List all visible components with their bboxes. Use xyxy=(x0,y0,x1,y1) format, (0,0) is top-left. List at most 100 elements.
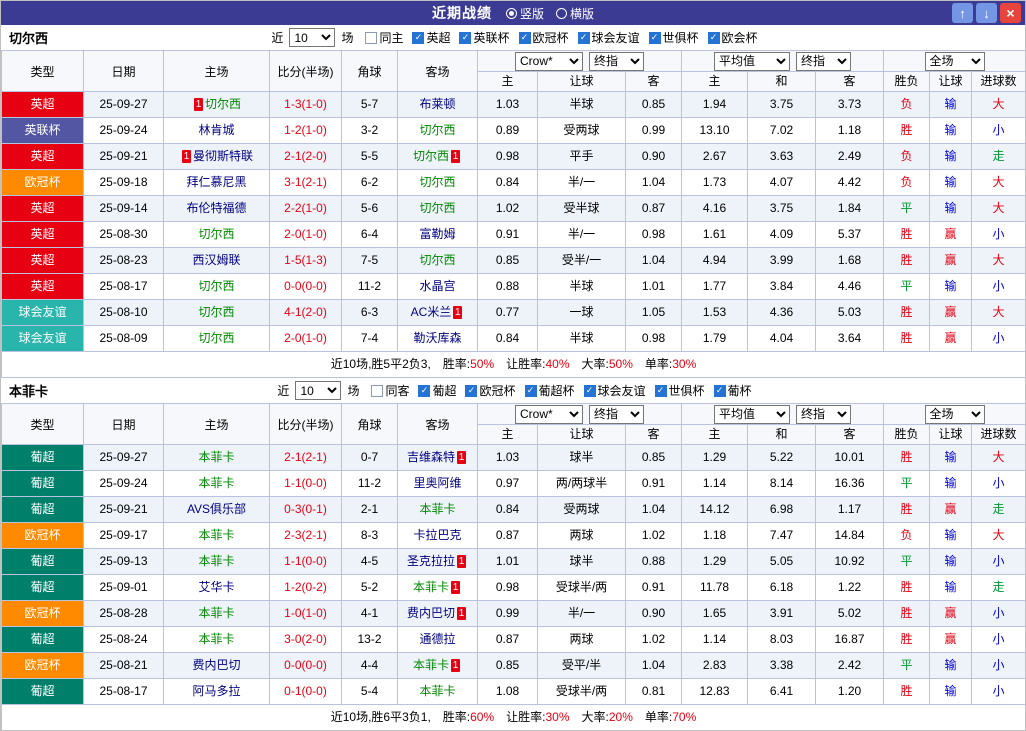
checkbox-label: 英超 xyxy=(426,31,451,45)
league-filter-checkbox[interactable]: ✓ 英超 xyxy=(412,29,450,46)
league-badge: 英超 xyxy=(1,273,84,300)
checked-checkbox-icon[interactable]: ✓ xyxy=(418,384,431,397)
away-team-name[interactable]: 切尔西 xyxy=(419,175,455,189)
scope-select[interactable]: 全场 xyxy=(924,404,985,424)
away-team-name[interactable]: 本菲卡 xyxy=(413,658,449,672)
away-team-name[interactable]: 本菲卡 xyxy=(419,502,455,516)
home-team-name[interactable]: 本菲卡 xyxy=(198,450,234,464)
result-goals: 大 xyxy=(971,247,1025,274)
europe-average-select[interactable]: 平均值 xyxy=(714,51,791,71)
home-team-name[interactable]: 本菲卡 xyxy=(198,476,234,490)
home-team-name[interactable]: 拜仁慕尼黑 xyxy=(186,175,246,189)
league-filter-checkbox[interactable]: ✓ 葡超杯 xyxy=(524,382,575,399)
checked-checkbox-icon[interactable]: ✓ xyxy=(465,384,478,397)
home-team-name[interactable]: 本菲卡 xyxy=(198,528,234,542)
handicap-stage-select[interactable]: 终指 xyxy=(589,51,644,71)
home-team-name[interactable]: 林肯城 xyxy=(198,123,234,137)
scope-select[interactable]: 全场 xyxy=(924,51,985,71)
home-team-name[interactable]: 艾华卡 xyxy=(198,580,234,594)
home-team-name[interactable]: 本菲卡 xyxy=(198,632,234,646)
away-team-name[interactable]: 本菲卡 xyxy=(419,684,455,698)
checked-checkbox-icon[interactable]: ✓ xyxy=(524,384,537,397)
league-filter-checkbox[interactable]: ✓ 英联杯 xyxy=(459,29,510,46)
league-filter-checkbox[interactable]: ✓ 球会友谊 xyxy=(583,382,646,399)
away-team-name[interactable]: 通德拉 xyxy=(419,632,455,646)
league-filter-checkbox[interactable]: ✓ 世俱杯 xyxy=(654,382,705,399)
bookmaker-select[interactable]: Crow* xyxy=(515,404,583,424)
europe-stage-select[interactable]: 终指 xyxy=(796,404,852,424)
away-team-name[interactable]: 里奥阿维 xyxy=(413,476,461,490)
summary-text: 近10场,胜5平2负3, xyxy=(330,357,431,371)
home-team-name[interactable]: 费内巴切 xyxy=(192,658,240,672)
away-team-name[interactable]: 切尔西 xyxy=(419,201,455,215)
home-team-name[interactable]: AVS俱乐部 xyxy=(187,502,246,516)
column-header: 胜负 xyxy=(883,424,931,445)
score-cell: 2-1(2-0) xyxy=(269,143,342,170)
close-button[interactable]: × xyxy=(1000,3,1021,23)
league-filter-checkbox[interactable]: ✓ 世俱杯 xyxy=(648,29,699,46)
league-filter-checkbox[interactable]: ✓ 球会友谊 xyxy=(577,29,640,46)
home-team-name[interactable]: 切尔西 xyxy=(198,279,234,293)
home-team-name[interactable]: 切尔西 xyxy=(205,97,241,111)
unchecked-checkbox-icon[interactable] xyxy=(365,31,378,44)
away-team-name[interactable]: 圣克拉拉 xyxy=(407,554,455,568)
away-team-name[interactable]: 切尔西 xyxy=(419,253,455,267)
league-filter-checkbox[interactable]: ✓ 葡杯 xyxy=(713,382,752,399)
europe-stage-select[interactable]: 终指 xyxy=(796,51,852,71)
away-team-name[interactable]: 吉维森特 xyxy=(407,450,455,464)
league-badge: 英超 xyxy=(1,247,84,274)
away-team-name[interactable]: 勒沃库森 xyxy=(413,331,461,345)
away-team-name[interactable]: 切尔西 xyxy=(419,123,455,137)
checked-checkbox-icon[interactable]: ✓ xyxy=(412,31,425,44)
home-team-name[interactable]: 本菲卡 xyxy=(198,606,234,620)
select-group-cell: Crow* 终指 xyxy=(476,50,683,72)
away-team-cell: 勒沃库森 xyxy=(397,325,478,352)
league-filter-checkbox[interactable]: ✓ 欧冠杯 xyxy=(465,382,516,399)
league-filter-checkbox[interactable]: ✓ 葡超 xyxy=(418,382,456,399)
league-filter-checkbox[interactable]: ✓ 欧冠杯 xyxy=(518,29,569,46)
checkbox-label: 球会友谊 xyxy=(597,384,646,398)
checked-checkbox-icon[interactable]: ✓ xyxy=(577,31,590,44)
checked-checkbox-icon[interactable]: ✓ xyxy=(713,384,726,397)
away-team-name[interactable]: 水晶宫 xyxy=(419,279,455,293)
home-team-name[interactable]: 曼彻斯特联 xyxy=(193,149,253,163)
league-filter-checkbox[interactable]: ✓ 欧会杯 xyxy=(707,29,758,46)
league-filter-checkbox[interactable]: 同客 xyxy=(371,382,409,399)
home-team-name[interactable]: 布伦特福德 xyxy=(186,201,246,215)
scroll-up-button[interactable]: ↑ xyxy=(952,3,973,23)
away-team-name[interactable]: 富勒姆 xyxy=(419,227,455,241)
checked-checkbox-icon[interactable]: ✓ xyxy=(654,384,667,397)
radio-unselected-icon[interactable] xyxy=(556,7,567,19)
away-team-name[interactable]: 费内巴切 xyxy=(407,606,455,620)
away-team-name[interactable]: 布莱顿 xyxy=(419,97,455,111)
away-team-name[interactable]: 本菲卡 xyxy=(413,580,449,594)
recent-count-select[interactable]: 10 xyxy=(289,28,336,47)
home-team-name[interactable]: 本菲卡 xyxy=(198,554,234,568)
home-team-cell: 西汉姆联 xyxy=(163,247,270,274)
europe-average-select[interactable]: 平均值 xyxy=(714,404,791,424)
league-filter-checkbox[interactable]: 同主 xyxy=(365,29,403,46)
radio-vertical-layout[interactable]: 竖版 xyxy=(505,5,544,22)
checked-checkbox-icon[interactable]: ✓ xyxy=(648,31,661,44)
home-team-name[interactable]: 阿马多拉 xyxy=(192,684,240,698)
handicap-stage-select[interactable]: 终指 xyxy=(589,404,644,424)
checked-checkbox-icon[interactable]: ✓ xyxy=(459,31,472,44)
home-team-name[interactable]: 切尔西 xyxy=(198,227,234,241)
unchecked-checkbox-icon[interactable] xyxy=(371,384,384,397)
away-team-name[interactable]: 卡拉巴克 xyxy=(413,528,461,542)
home-team-name[interactable]: 切尔西 xyxy=(198,331,234,345)
radio-selected-icon[interactable] xyxy=(505,7,517,19)
away-team-name[interactable]: 切尔西 xyxy=(413,149,449,163)
checked-checkbox-icon[interactable]: ✓ xyxy=(707,31,720,44)
home-team-name[interactable]: 切尔西 xyxy=(198,305,234,319)
recent-count-select[interactable]: 10 xyxy=(295,381,342,400)
checked-checkbox-icon[interactable]: ✓ xyxy=(583,384,596,397)
home-team-cell: 布伦特福德 xyxy=(163,195,270,222)
checked-checkbox-icon[interactable]: ✓ xyxy=(518,31,531,44)
home-team-name[interactable]: 西汉姆联 xyxy=(192,253,240,267)
scroll-down-button[interactable]: ↓ xyxy=(976,3,997,23)
column-header: 比分(半场) xyxy=(269,403,342,445)
radio-horizontal-layout[interactable]: 横版 xyxy=(556,5,594,22)
bookmaker-select[interactable]: Crow* xyxy=(515,51,583,71)
away-team-name[interactable]: AC米兰 xyxy=(411,305,452,319)
